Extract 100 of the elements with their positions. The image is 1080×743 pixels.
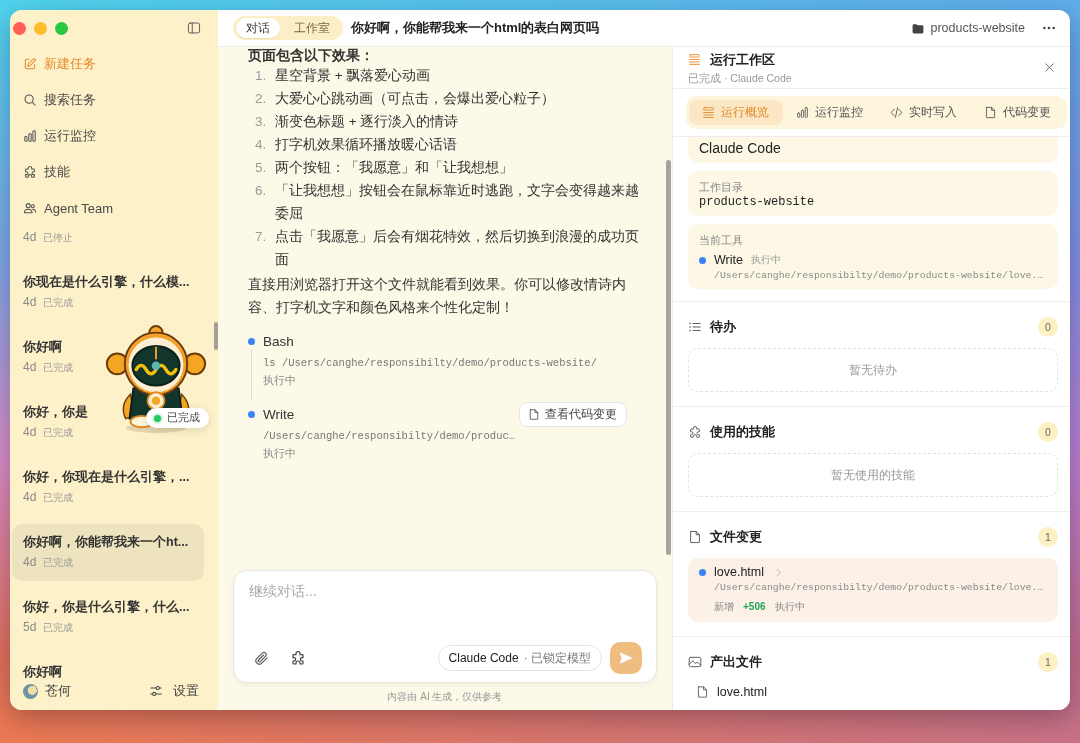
- conversation-title: 你好啊，你能帮我来一个html的表白网页吗: [351, 19, 600, 37]
- task-status: 已完成: [43, 556, 74, 570]
- count-badge: 0: [1038, 317, 1058, 337]
- status-dot-icon: [699, 256, 706, 264]
- document-icon: [528, 407, 540, 421]
- list-item-text: 大爱心心跳动画（可点击，会爆出爱心粒子）: [275, 90, 555, 108]
- disclaimer-text: 内容由 AI 生成，仅供参考: [387, 689, 503, 704]
- tool-name: Bash: [263, 333, 294, 349]
- task-title: 你好，你是什么引擎，什么...: [23, 599, 190, 616]
- user-name: 苍何: [45, 682, 71, 700]
- window-minimize-button[interactable]: [34, 21, 47, 35]
- sidebar-toggle-icon[interactable]: [187, 21, 201, 35]
- list-number: 1.: [254, 67, 268, 85]
- file-name: love.html: [714, 565, 765, 579]
- task-age: 4d: [23, 230, 37, 244]
- section-title: 文件变更: [710, 528, 762, 546]
- window-zoom-button[interactable]: [55, 21, 68, 35]
- puzzle-icon: [688, 425, 702, 439]
- task-age: 4d: [23, 425, 37, 439]
- output-file-item[interactable]: love.html: [688, 683, 768, 701]
- task-item[interactable]: 你现在是什么引擎，什么模... 4d 已完成: [12, 264, 201, 321]
- task-item[interactable]: 你好啊 4d 已完成: [12, 329, 85, 386]
- task-status: 已完成: [43, 426, 74, 440]
- user-avatar: [23, 683, 38, 699]
- folder-icon: [910, 21, 925, 35]
- count-badge: 0: [1038, 422, 1058, 442]
- task-title: 你好啊，你能帮我来一个ht...: [23, 534, 189, 551]
- count-badge: 1: [1038, 652, 1058, 672]
- chevron-right-icon[interactable]: [774, 567, 784, 577]
- task-title: 你好，你现在是什么引擎，...: [23, 469, 190, 486]
- send-icon: [618, 650, 634, 666]
- file-change-card[interactable]: love.html /Users/canghe/responsibilty/demo/products-website/love.… 新增 +506 执行中: [688, 558, 1058, 622]
- task-item[interactable]: 你好，你是 4d 已完成: [12, 394, 99, 451]
- task-title: 你好啊: [23, 339, 62, 356]
- card-label: 工作目录: [699, 180, 743, 194]
- nav-item[interactable]: Agent Team: [10, 190, 218, 226]
- close-icon[interactable]: [1044, 62, 1055, 73]
- task-item[interactable]: 你好啊: [12, 654, 73, 678]
- scrollbar-thumb[interactable]: [666, 160, 671, 555]
- send-button[interactable]: [610, 642, 642, 674]
- list-item-text: 点击「我愿意」后会有烟花特效，然后切换到浪漫的成功页面: [275, 228, 640, 269]
- window-close-button[interactable]: [13, 21, 26, 35]
- document-icon: [688, 530, 702, 544]
- model-selector[interactable]: Claude Code · 已锁定模型: [437, 645, 602, 671]
- composer-box[interactable]: 继续对话... Claude Code · 已锁定模型: [233, 570, 657, 683]
- compose-icon: [23, 57, 37, 71]
- file-path: /Users/canghe/responsibilty/demo/products-website/love.…: [714, 269, 1044, 283]
- task-item[interactable]: 你好，你是什么引擎，什么... 5d 已完成: [12, 589, 201, 646]
- code-icon: [889, 106, 903, 119]
- view-changes-button[interactable]: 查看代码变更: [519, 401, 627, 427]
- settings-button[interactable]: 设置: [149, 682, 199, 700]
- status-dot-icon: [699, 568, 706, 576]
- task-item[interactable]: 你好，你现在是什么引擎，... 4d 已完成: [12, 459, 201, 516]
- mode-tab[interactable]: 工作室: [284, 18, 340, 38]
- change-status: 执行中: [774, 600, 805, 614]
- list-number: 2.: [254, 90, 268, 108]
- section-title: 产出文件: [710, 653, 762, 671]
- paperclip-icon[interactable]: [254, 650, 269, 666]
- chat-paragraph: 直接用浏览器打开这个文件就能看到效果。你可以修改情诗内容、打字机文字和颜色风格来个性化定制！: [248, 276, 627, 317]
- tool-command: ls /Users/canghe/responsibilty/demo/products-website/: [263, 356, 597, 371]
- workspace-tab[interactable]: 运行监控: [782, 100, 877, 125]
- list-icon: [688, 320, 702, 334]
- status-dot-icon: [248, 410, 255, 418]
- file-path: /Users/canghe/responsibilty/demo/products-website/love.…: [714, 581, 1044, 595]
- project-folder-button[interactable]: products-website: [910, 21, 1025, 35]
- list-item-text: 打字机效果循环播放暖心话语: [275, 136, 457, 154]
- scrollbar-thumb[interactable]: [214, 322, 218, 350]
- change-type: 新增: [714, 600, 734, 614]
- section-title: 使用的技能: [710, 423, 775, 441]
- nav-item[interactable]: 搜索任务: [10, 82, 218, 118]
- task-age: 4d: [23, 490, 37, 504]
- task-age: 5d: [23, 620, 37, 634]
- section-title: 待办: [710, 318, 736, 336]
- message-input[interactable]: 继续对话...: [234, 571, 656, 642]
- puzzle-icon[interactable]: [290, 650, 306, 666]
- nav-item[interactable]: 运行监控: [10, 118, 218, 154]
- task-status: 已停止: [43, 231, 74, 245]
- bar-chart-icon: [796, 106, 810, 119]
- nav-item[interactable]: 技能: [10, 154, 218, 190]
- document-icon: [696, 684, 709, 700]
- task-title: 你现在是什么引擎，什么模...: [23, 274, 190, 291]
- stack-icon: [702, 106, 716, 119]
- document-icon: [983, 106, 997, 119]
- list-item-text: 两个按钮：「我愿意」和「让我想想」: [275, 159, 513, 177]
- list-number: 7.: [254, 228, 268, 246]
- status-dot-icon: [248, 337, 255, 345]
- stack-icon: [688, 53, 701, 66]
- puzzle-icon: [23, 165, 37, 179]
- workspace-tab[interactable]: 代码变更: [970, 100, 1064, 125]
- mode-tab[interactable]: 对话: [236, 18, 280, 38]
- workspace-tab[interactable]: 实时写入: [876, 100, 971, 125]
- list-number: 5.: [254, 159, 268, 177]
- card-value: products-website: [699, 194, 815, 210]
- empty-state: 暂无待办: [688, 348, 1058, 392]
- tool-name: Write: [263, 406, 295, 422]
- tool-command: /Users/canghe/responsibilty/demo/produc…: [263, 429, 516, 444]
- task-age: 4d: [23, 295, 37, 309]
- task-status: 已完成: [43, 621, 74, 635]
- tool-status: 执行中: [750, 253, 781, 267]
- task-item[interactable]: 你好啊，你能帮我来一个ht... 4d 已完成: [12, 524, 204, 581]
